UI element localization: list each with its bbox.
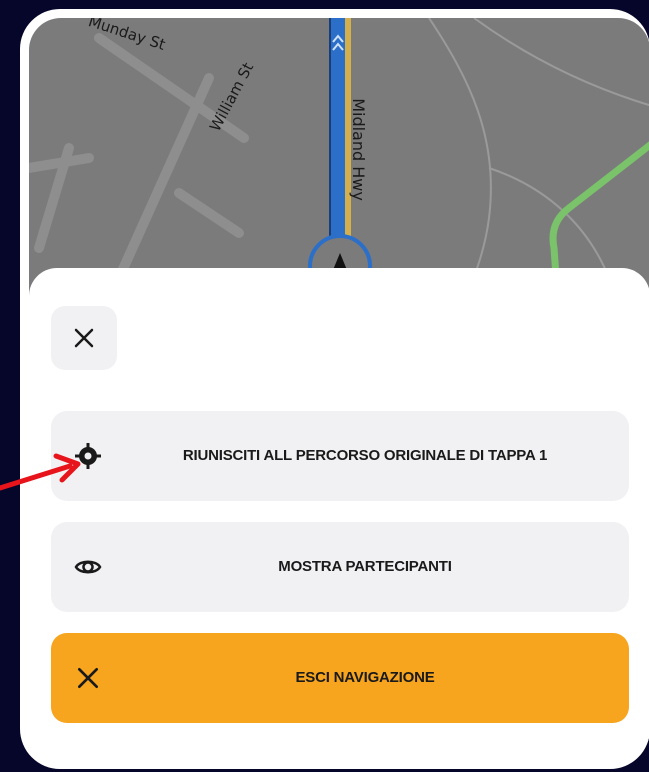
eye-icon xyxy=(73,552,103,582)
street-label-midland: Midland Hwy xyxy=(348,98,368,201)
show-participants-label: MOSTRA PARTECIPANTI xyxy=(278,558,452,575)
annotation-arrow-icon xyxy=(0,453,81,491)
close-icon xyxy=(74,328,94,348)
screen: Munday St William St Midland Hwy RIUNISC… xyxy=(29,18,649,762)
phone-frame: Munday St William St Midland Hwy RIUNISC… xyxy=(20,9,649,769)
close-sheet-button[interactable] xyxy=(51,306,117,370)
exit-navigation-label: ESCI NAVIGAZIONE xyxy=(295,669,435,686)
show-participants-button[interactable]: MOSTRA PARTECIPANTI xyxy=(51,522,629,612)
bottom-sheet: RIUNISCITI ALL PERCORSO ORIGINALE DI TAP… xyxy=(29,268,649,762)
close-icon xyxy=(73,663,103,693)
rejoin-route-label: RIUNISCITI ALL PERCORSO ORIGINALE DI TAP… xyxy=(182,447,548,464)
rejoin-route-button[interactable]: RIUNISCITI ALL PERCORSO ORIGINALE DI TAP… xyxy=(51,411,629,501)
exit-navigation-button[interactable]: ESCI NAVIGAZIONE xyxy=(51,633,629,723)
